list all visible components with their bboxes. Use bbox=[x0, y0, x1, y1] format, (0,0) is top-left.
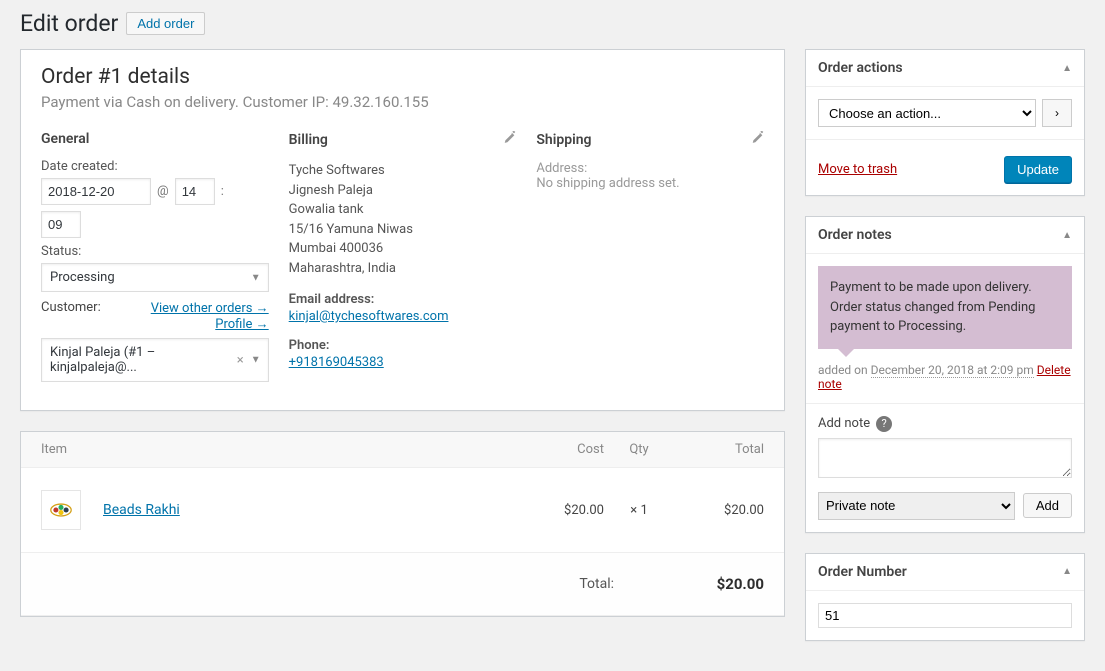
item-thumbnail[interactable] bbox=[41, 490, 81, 530]
collapse-icon: ▲ bbox=[1062, 63, 1072, 74]
qty-header: Qty bbox=[604, 442, 674, 457]
go-button[interactable]: › bbox=[1042, 99, 1072, 127]
order-title: Order #1 details bbox=[41, 65, 764, 89]
order-actions-panel: Order actions ▲ Choose an action... › bbox=[805, 49, 1085, 196]
update-button[interactable]: Update bbox=[1004, 156, 1072, 183]
shipping-no-address: No shipping address set. bbox=[536, 176, 764, 191]
collapse-icon: ▲ bbox=[1062, 230, 1072, 241]
collapse-icon: ▲ bbox=[1062, 566, 1072, 577]
move-to-trash-link[interactable]: Move to trash bbox=[818, 162, 897, 177]
item-name-link[interactable]: Beads Rakhi bbox=[103, 502, 180, 518]
phone-label: Phone: bbox=[289, 338, 517, 353]
item-cost: $20.00 bbox=[514, 503, 604, 518]
clear-customer-icon[interactable]: × bbox=[237, 353, 244, 368]
shipping-heading: Shipping bbox=[536, 132, 591, 148]
date-created-label: Date created: bbox=[41, 159, 269, 174]
total-label: Total: bbox=[41, 576, 654, 592]
page-title: Edit order bbox=[20, 10, 118, 37]
general-column: General Date created: @ : Sta bbox=[41, 131, 289, 390]
billing-column: Billing Tyche Softwares Jignesh Paleja G… bbox=[289, 131, 537, 390]
note-textarea[interactable] bbox=[818, 438, 1072, 478]
item-qty: × 1 bbox=[604, 503, 674, 518]
add-note-label: Add note bbox=[818, 416, 870, 431]
help-icon[interactable]: ? bbox=[876, 416, 892, 432]
edit-billing-icon[interactable] bbox=[502, 131, 516, 149]
customer-value: Kinjal Paleja (#1 – kinjalpaleja@... bbox=[50, 345, 237, 375]
action-select[interactable]: Choose an action... bbox=[818, 99, 1036, 127]
item-header: Item bbox=[41, 442, 514, 457]
order-notes-heading: Order notes bbox=[818, 227, 892, 243]
item-total: $20.00 bbox=[674, 503, 764, 518]
order-number-toggle[interactable]: Order Number ▲ bbox=[806, 554, 1084, 591]
view-other-orders-link[interactable]: View other orders → bbox=[151, 300, 269, 316]
email-label: Email address: bbox=[289, 292, 517, 307]
shipping-column: Shipping Address: No shipping address se… bbox=[536, 131, 764, 390]
billing-line: 15/16 Yamuna Niwas bbox=[289, 220, 517, 240]
order-items-panel: Item Cost Qty Total Beads Rakhi $20.00 ×… bbox=[20, 431, 785, 617]
billing-line: Maharashtra, India bbox=[289, 259, 517, 279]
billing-line: Gowalia tank bbox=[289, 200, 517, 220]
order-number-heading: Order Number bbox=[818, 564, 907, 580]
shipping-address-label: Address: bbox=[536, 161, 764, 176]
total-value: $20.00 bbox=[654, 575, 764, 593]
note-meta: added on December 20, 2018 at 2:09 pm De… bbox=[818, 363, 1072, 391]
status-label: Status: bbox=[41, 244, 269, 259]
billing-line: Tyche Softwares bbox=[289, 161, 517, 181]
customer-select[interactable]: Kinjal Paleja (#1 – kinjalpaleja@... × bbox=[41, 338, 269, 382]
order-actions-heading: Order actions bbox=[818, 60, 903, 76]
date-input[interactable] bbox=[41, 178, 151, 205]
edit-shipping-icon[interactable] bbox=[750, 131, 764, 149]
minute-input[interactable] bbox=[41, 211, 81, 238]
order-number-input[interactable] bbox=[818, 603, 1072, 628]
general-heading: General bbox=[41, 131, 269, 147]
billing-email-link[interactable]: kinjal@tychesoftwares.com bbox=[289, 309, 449, 324]
billing-phone-link[interactable]: +918169045383 bbox=[289, 355, 384, 370]
note-bubble: Payment to be made upon delivery. Order … bbox=[818, 266, 1072, 349]
billing-line: Jignesh Paleja bbox=[289, 181, 517, 201]
order-notes-panel: Order notes ▲ Payment to be made upon de… bbox=[805, 216, 1085, 533]
billing-line: Mumbai 400036 bbox=[289, 239, 517, 259]
hour-input[interactable] bbox=[175, 178, 215, 205]
order-notes-toggle[interactable]: Order notes ▲ bbox=[806, 217, 1084, 254]
at-symbol: @ bbox=[157, 184, 169, 199]
order-number-panel: Order Number ▲ bbox=[805, 553, 1085, 641]
note-type-select[interactable]: Private note bbox=[818, 492, 1015, 520]
totals-row: Total: $20.00 bbox=[21, 553, 784, 616]
total-header: Total bbox=[674, 442, 764, 457]
table-row: Beads Rakhi $20.00 × 1 $20.00 bbox=[21, 468, 784, 553]
cost-header: Cost bbox=[514, 442, 604, 457]
status-select[interactable]: Processing bbox=[41, 263, 269, 292]
add-note-button[interactable]: Add bbox=[1023, 493, 1072, 518]
add-order-button[interactable]: Add order bbox=[126, 12, 205, 35]
order-details-panel: Order #1 details Payment via Cash on del… bbox=[20, 49, 785, 411]
time-colon: : bbox=[221, 184, 224, 199]
order-subtitle: Payment via Cash on delivery. Customer I… bbox=[41, 93, 764, 111]
note-timestamp: December 20, 2018 at 2:09 pm bbox=[871, 363, 1034, 378]
order-actions-toggle[interactable]: Order actions ▲ bbox=[806, 50, 1084, 87]
customer-label: Customer: bbox=[41, 300, 101, 315]
billing-heading: Billing bbox=[289, 132, 328, 148]
profile-link[interactable]: Profile → bbox=[151, 316, 269, 332]
